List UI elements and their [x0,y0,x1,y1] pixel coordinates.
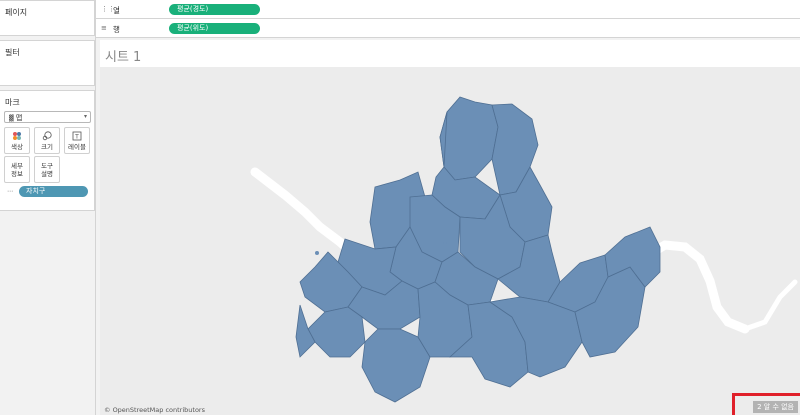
tooltip-label: 도구 설명 [41,162,53,178]
sheet-title[interactable]: 시트 1 [105,46,141,65]
island-point [443,241,447,245]
rows-shelf[interactable]: ≡ 행 평균(위도) [96,19,800,38]
color-icon [5,131,29,141]
columns-shelf[interactable]: ⋮⋮⋮ 열 평균(경도) [96,0,800,19]
marks-title: 마크 [5,98,20,107]
chevron-down-icon: ▾ [83,113,87,120]
mark-type-value: ▓ 맵 [9,114,23,122]
filters-card[interactable]: 필터 [0,40,95,86]
columns-label: 열 [113,6,120,15]
sheet-view: 시트 1 © OpenStreetMap contributors 2 알 수 … [100,40,800,415]
detail-field-pill[interactable]: 자치구 [19,186,88,197]
label-button[interactable]: T 레이블 [64,127,90,154]
district-north-1 [439,96,499,181]
rows-label: 행 [113,25,120,34]
seoul-district-map[interactable] [100,67,800,415]
filters-title: 필터 [5,48,20,57]
district-southwest-2 [307,306,366,358]
size-label: 크기 [41,143,53,151]
districts-group [295,96,661,403]
tooltip-button[interactable]: 도구 설명 [34,156,60,183]
size-button[interactable]: 크기 [34,127,60,154]
unknown-values-indicator[interactable]: 2 알 수 없음 [753,401,798,413]
rows-latitude-pill[interactable]: 평균(위도) [169,23,260,34]
map-view[interactable]: © OpenStreetMap contributors 2 알 수 없음 [100,67,800,415]
map-attribution[interactable]: © OpenStreetMap contributors [104,406,205,414]
detail-label: 세부 정보 [11,162,23,178]
columns-longitude-pill[interactable]: 평균(경도) [169,4,260,15]
pages-card[interactable]: 페이지 [0,0,95,36]
left-panel: 페이지 필터 마크 ▓ 맵 ▾ 색상 크기 T 레이블 세부 정보 도구 설명 … [0,0,96,415]
west-point [315,251,319,255]
detail-button[interactable]: 세부 정보 [4,156,30,183]
label-label: 레이블 [68,143,86,151]
text-label-icon: T [65,131,89,141]
svg-text:T: T [74,134,79,141]
map-mark-icon: ▓ [9,115,14,122]
size-icon [35,131,59,141]
rows-icon: ≡ [101,24,107,32]
color-button[interactable]: 색상 [4,127,30,154]
marks-card: 마크 ▓ 맵 ▾ 색상 크기 T 레이블 세부 정보 도구 설명 ⋯ 자치구 [0,90,95,211]
detail-field-icon: ⋯ [7,188,13,195]
mark-type-dropdown[interactable]: ▓ 맵 ▾ [4,111,91,123]
pages-title: 페이지 [5,8,28,17]
color-label: 색상 [11,143,23,151]
